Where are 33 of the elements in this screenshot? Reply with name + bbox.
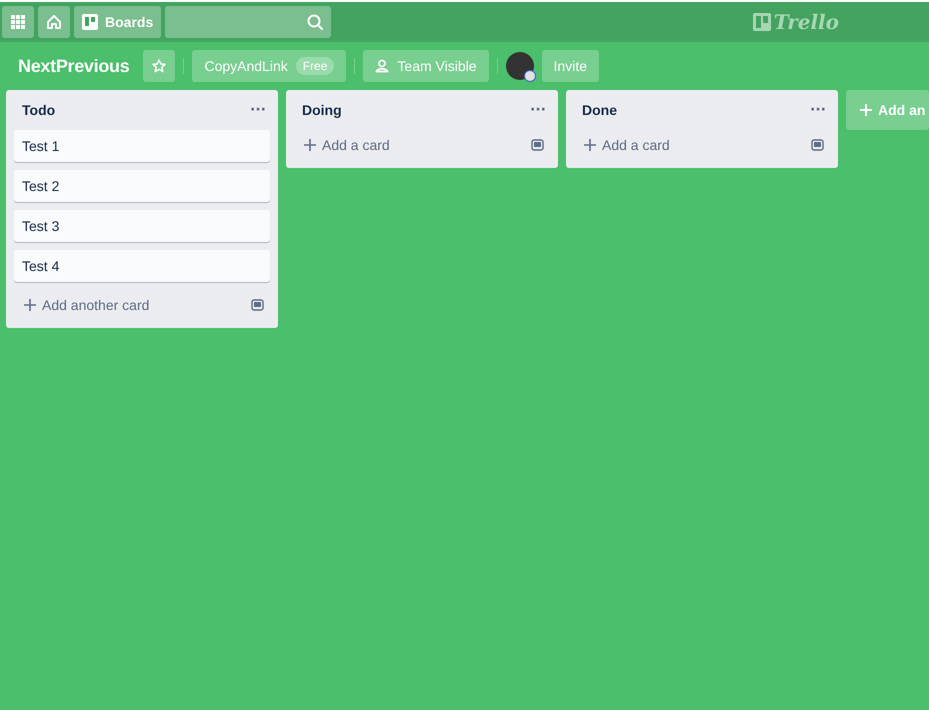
star-icon [152,59,166,73]
card[interactable]: Test 4 [14,250,270,282]
board-title[interactable]: NextPrevious [18,56,130,76]
board-icon [82,14,98,30]
list-menu-button[interactable]: ··· [806,102,830,118]
plus-icon [584,139,596,151]
plus-icon [860,104,872,116]
chevron-badge-icon [524,70,536,82]
avatar[interactable] [506,52,534,80]
plus-icon [304,139,316,151]
star-button[interactable] [143,50,176,82]
list-menu-button[interactable]: ··· [526,102,550,118]
template-icon [531,139,544,151]
plus-icon [24,299,36,311]
list-menu-button[interactable]: ··· [246,102,270,118]
board-icon [752,13,771,31]
template-icon [251,299,264,311]
add-card-button[interactable]: Add a card [574,137,680,153]
list-title[interactable]: Doing [302,102,342,118]
people-icon [375,59,390,73]
grid-icon [11,15,25,29]
home-icon [46,14,62,30]
card[interactable]: Test 3 [14,210,270,242]
add-card-button[interactable]: Add another card [14,297,160,313]
search-icon [307,14,324,30]
add-card-button[interactable]: Add a card [294,137,400,153]
list-title[interactable]: Todo [22,102,56,118]
plan-badge: Free [296,57,334,75]
card[interactable]: Test 1 [14,130,270,162]
search-field[interactable] [165,6,332,38]
list-title[interactable]: Done [582,102,617,118]
template-icon [811,139,824,151]
card[interactable]: Test 2 [14,170,270,202]
